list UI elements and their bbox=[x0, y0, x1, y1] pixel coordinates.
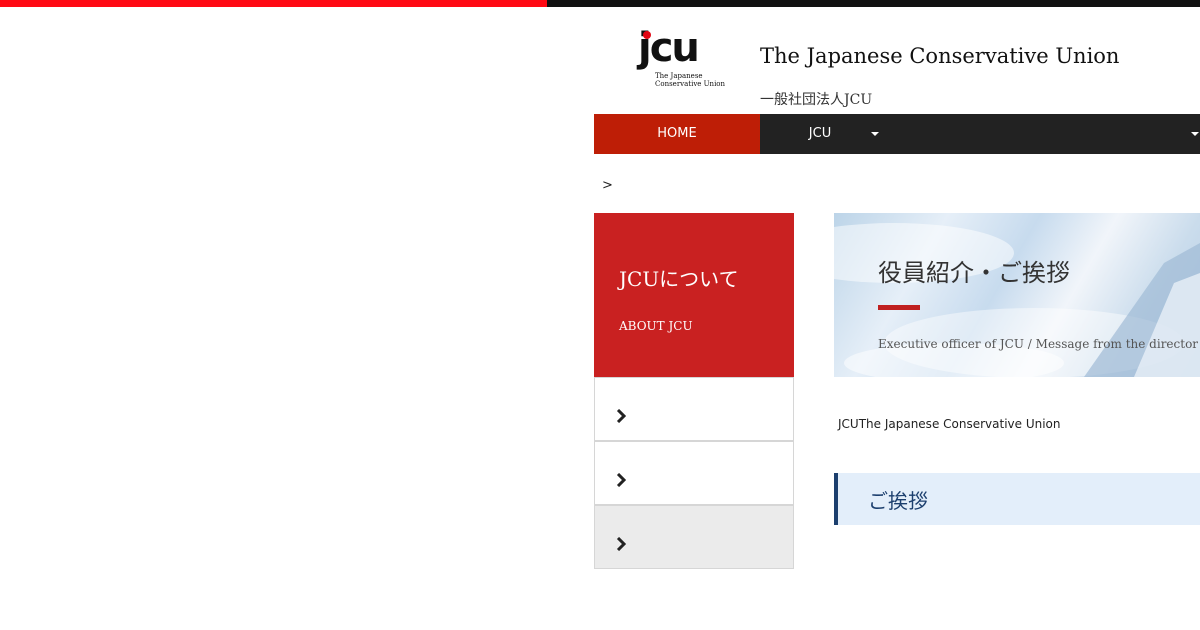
title-underline bbox=[878, 305, 920, 310]
sidebar-title: JCUについて bbox=[619, 267, 739, 291]
chevron-down-icon[interactable] bbox=[871, 132, 879, 136]
site-subtitle: 一般社団法人JCU bbox=[760, 92, 873, 108]
site-title: The Japanese Conservative Union bbox=[760, 44, 1120, 68]
chevron-right-icon bbox=[616, 473, 626, 487]
top-accent-bar bbox=[0, 0, 547, 7]
logo-dot bbox=[643, 31, 651, 39]
chevron-right-icon bbox=[616, 537, 626, 551]
logo-subtext-line2: Conservative Union bbox=[655, 80, 726, 88]
logo-subtext: The Japanese Conservative Union bbox=[655, 72, 725, 88]
sidebar-item-active[interactable] bbox=[594, 505, 794, 569]
breadcrumb: > bbox=[602, 178, 613, 193]
chevron-right-icon bbox=[616, 409, 626, 423]
section-title: ご挨拶 bbox=[868, 489, 928, 513]
nav-item-home[interactable]: HOME bbox=[594, 114, 760, 154]
page-title: 役員紹介・ご挨拶 bbox=[878, 259, 1070, 287]
page-subtitle: Executive officer of JCU / Message from … bbox=[878, 337, 1199, 351]
sidebar-header: JCUについて ABOUT JCU bbox=[594, 213, 794, 377]
section-header: ご挨拶 bbox=[834, 473, 1200, 525]
sidebar-item[interactable] bbox=[594, 441, 794, 505]
intro-text: JCUThe Japanese Conservative Union bbox=[838, 417, 1061, 431]
top-dark-bar bbox=[547, 0, 1200, 7]
sidebar-item[interactable] bbox=[594, 377, 794, 441]
mountain-background-image bbox=[834, 223, 1200, 377]
nav-item-jcu[interactable]: JCU bbox=[760, 114, 880, 154]
chevron-down-icon[interactable] bbox=[1191, 132, 1199, 136]
site-logo[interactable]: jcu The Japanese Conservative Union bbox=[638, 28, 728, 92]
sidebar-subtitle: ABOUT JCU bbox=[619, 319, 693, 333]
logo-subtext-line1: The Japanese bbox=[655, 72, 703, 80]
hero-banner: 役員紹介・ご挨拶 Executive officer of JCU / Mess… bbox=[834, 213, 1200, 377]
main-nav: HOME JCU bbox=[594, 114, 1200, 154]
